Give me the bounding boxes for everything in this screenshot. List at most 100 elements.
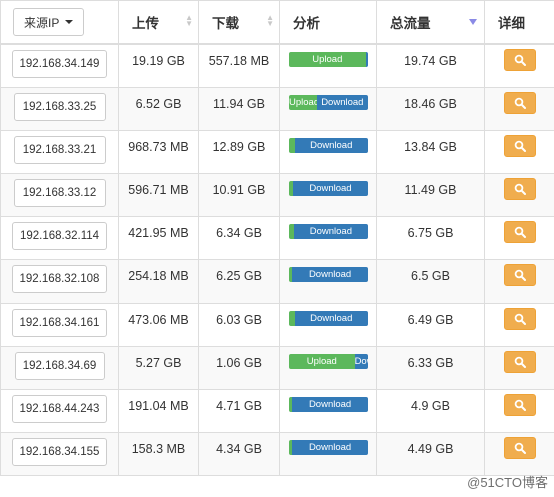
cell-detail <box>484 388 554 434</box>
source-ip-button[interactable]: 192.168.33.25 <box>13 92 106 121</box>
cell-analysis: Download <box>279 173 377 218</box>
watermark: @51CTO博客 <box>467 475 548 490</box>
cell-total: 18.46 GB <box>376 86 485 131</box>
cell-upload: 191.04 MB <box>118 388 199 434</box>
upload-value: 6.52 GB <box>135 96 182 111</box>
upload-segment: Upload <box>289 94 317 110</box>
cell-detail <box>484 43 554 88</box>
cell-download: 6.34 GB <box>198 216 280 261</box>
search-icon <box>514 97 526 109</box>
cell-detail <box>484 173 554 218</box>
detail-search-button[interactable] <box>503 49 536 71</box>
source-ip-button[interactable]: 192.168.34.69 <box>14 351 105 380</box>
analysis-header-label: 分析 <box>293 16 320 31</box>
cell-source-ip: 192.168.34.155 <box>0 432 119 477</box>
cell-source-ip: 192.168.34.161 <box>0 302 119 347</box>
source-ip-button[interactable]: 192.168.32.108 <box>12 265 107 294</box>
table-row: 192.168.33.21 968.73 MB 12.89 GB Downloa… <box>0 129 554 175</box>
source-ip-button[interactable]: 192.168.34.155 <box>12 438 107 467</box>
column-header-total[interactable]: 总流量 <box>376 0 485 45</box>
cell-detail <box>484 216 554 261</box>
detail-search-button[interactable] <box>503 91 536 114</box>
upload-segment-label: Upload <box>306 355 337 367</box>
cell-download: 557.18 MB <box>198 43 280 88</box>
search-icon <box>514 270 526 282</box>
cell-total: 4.49 GB <box>376 432 485 477</box>
detail-search-button[interactable] <box>503 221 536 244</box>
cell-upload: 158.3 MB <box>118 432 199 477</box>
download-segment-label: Download <box>309 183 352 195</box>
source-ip-value: 192.168.33.12 <box>22 187 97 200</box>
download-segment: Download <box>292 181 368 197</box>
column-header-analysis: 分析 <box>279 0 377 45</box>
total-value: 4.9 GB <box>411 399 450 413</box>
table-row: 192.168.34.161 473.06 MB 6.03 GB Downloa… <box>0 302 554 347</box>
column-header-source-ip: 来源IP <box>0 0 119 45</box>
source-ip-button[interactable]: 192.168.34.161 <box>12 308 107 337</box>
source-ip-button[interactable]: 192.168.33.21 <box>13 135 106 164</box>
cell-upload: 6.52 GB <box>118 86 199 131</box>
cell-source-ip: 192.168.32.108 <box>0 259 119 304</box>
table-row: 192.168.34.149 19.19 GB 557.18 MB Upload… <box>0 43 554 88</box>
detail-search-button[interactable] <box>503 178 536 201</box>
upload-value: 596.71 MB <box>128 183 189 198</box>
download-segment <box>365 52 368 67</box>
download-segment: Download <box>294 310 368 326</box>
detail-search-button[interactable] <box>503 134 536 157</box>
traffic-table: 来源IP 上传 ▲ ▼ 下载 ▲ ▼ 分析 总流量 详细 192.168.34.… <box>0 0 554 477</box>
cell-analysis: Download <box>279 432 377 477</box>
cell-download: 1.06 GB <box>198 345 280 391</box>
source-ip-value: 192.168.34.149 <box>19 58 100 70</box>
detail-header-label: 详细 <box>498 16 525 31</box>
detail-search-button[interactable] <box>503 307 536 330</box>
search-icon <box>514 183 526 196</box>
detail-search-button[interactable] <box>503 264 536 287</box>
cell-upload: 254.18 MB <box>118 259 199 304</box>
cell-analysis: Upload <box>279 43 377 88</box>
upload-value: 191.04 MB <box>128 399 189 413</box>
upload-segment: Upload <box>289 52 366 67</box>
source-ip-value: 192.168.32.114 <box>19 230 100 243</box>
cell-download: 4.71 GB <box>198 388 280 434</box>
traffic-ratio-bar: Download <box>289 181 368 197</box>
column-header-upload[interactable]: 上传 ▲ ▼ <box>118 0 199 45</box>
detail-search-button[interactable] <box>503 437 536 460</box>
source-ip-button[interactable]: 192.168.33.12 <box>13 179 106 208</box>
cell-upload: 473.06 MB <box>118 302 199 347</box>
cell-analysis: Download <box>279 302 377 347</box>
cell-total: 11.49 GB <box>376 173 485 218</box>
sort-icon: ▲ ▼ <box>185 13 193 28</box>
table-row: 192.168.33.12 596.71 MB 10.91 GB Downloa… <box>0 173 554 218</box>
detail-search-button[interactable] <box>503 394 536 416</box>
upload-value: 473.06 MB <box>128 312 189 327</box>
traffic-ratio-bar: Download <box>289 397 368 412</box>
source-ip-dropdown[interactable]: 来源IP <box>13 8 85 36</box>
source-ip-button[interactable]: 192.168.32.114 <box>12 222 107 251</box>
upload-value: 19.19 GB <box>132 54 185 68</box>
table-row: 192.168.34.155 158.3 MB 4.34 GB Download… <box>0 432 554 477</box>
detail-search-button[interactable] <box>503 350 536 373</box>
source-ip-button[interactable]: 192.168.34.149 <box>12 50 107 78</box>
cell-upload: 5.27 GB <box>118 345 199 391</box>
cell-total: 6.5 GB <box>376 259 485 304</box>
traffic-ratio-bar: Download <box>289 310 368 326</box>
cell-analysis: Download <box>279 259 377 304</box>
download-value: 6.34 GB <box>216 226 262 241</box>
traffic-ratio-bar: Download <box>289 224 368 240</box>
cell-download: 11.94 GB <box>198 86 280 131</box>
column-header-download[interactable]: 下载 ▲ ▼ <box>198 0 280 45</box>
table-row: 192.168.32.108 254.18 MB 6.25 GB Downloa… <box>0 259 554 304</box>
upload-segment: Upload <box>289 353 355 369</box>
source-ip-value: 192.168.44.243 <box>19 403 100 415</box>
cell-download: 4.34 GB <box>198 432 280 477</box>
cell-total: 19.74 GB <box>376 43 485 88</box>
download-segment: Download <box>354 353 368 369</box>
download-value: 4.71 GB <box>216 399 262 413</box>
source-ip-button[interactable]: 192.168.44.243 <box>12 395 107 423</box>
total-value: 6.5 GB <box>411 269 450 284</box>
download-segment: Download <box>316 94 368 110</box>
source-ip-value: 192.168.32.108 <box>19 273 100 286</box>
total-value: 19.74 GB <box>404 54 457 68</box>
table-header-row: 来源IP 上传 ▲ ▼ 下载 ▲ ▼ 分析 总流量 详细 <box>0 0 554 45</box>
source-ip-value: 192.168.33.21 <box>22 143 97 156</box>
